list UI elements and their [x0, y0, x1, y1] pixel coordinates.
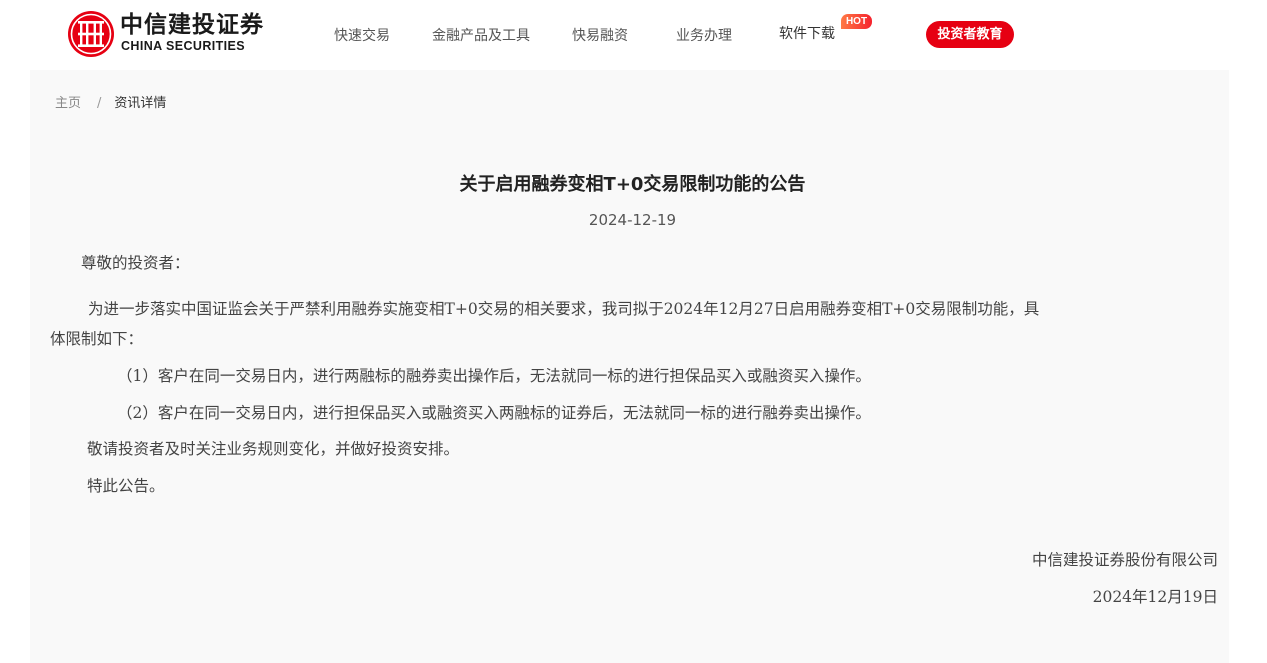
- paragraph-1-line-1: 为进一步落实中国证监会关于严禁利用融券实施变相T+0交易的相关要求，我司拟于20…: [88, 300, 1040, 318]
- breadcrumb: 主页 / 资讯详情: [55, 96, 166, 112]
- restriction-item-2: （2）客户在同一交易日内，进行担保品买入或融资买入两融标的证券后，无法就同一标的…: [117, 404, 871, 422]
- top-header: 中信建投证券 CHINA SECURITIES 快速交易 金融产品及工具 快易融…: [0, 0, 1267, 70]
- greeting-text: 尊敬的投资者：: [81, 254, 190, 272]
- china-securities-logo-icon: [68, 11, 114, 57]
- notice-text: 敬请投资者及时关注业务规则变化，并做好投资安排。: [87, 440, 460, 458]
- hot-badge: HOT: [841, 14, 872, 29]
- nav-software-download[interactable]: 软件下载: [779, 25, 835, 43]
- investor-education-button[interactable]: 投资者教育: [926, 21, 1014, 48]
- breadcrumb-current: 资讯详情: [114, 96, 167, 111]
- signature-company: 中信建投证券股份有限公司: [1031, 551, 1218, 569]
- article-title: 关于启用融券变相T+0交易限制功能的公告: [459, 174, 806, 195]
- breadcrumb-home-link[interactable]: 主页: [55, 96, 81, 111]
- logo-english-text: CHINA SECURITIES: [121, 39, 246, 53]
- breadcrumb-separator: /: [97, 96, 102, 111]
- logo-chinese-text: 中信建投证券: [120, 12, 264, 38]
- nav-financial-products[interactable]: 金融产品及工具: [432, 27, 530, 45]
- article-date: 2024-12-19: [588, 211, 677, 229]
- article-container: 主页 / 资讯详情 关于启用融券变相T+0交易限制功能的公告 2024-12-19 …: [30, 70, 1229, 663]
- paragraph-1-line-2: 体限制如下：: [50, 330, 144, 348]
- signature-date: 2024年12月19日: [1092, 588, 1218, 606]
- nav-quick-trade[interactable]: 快速交易: [334, 27, 390, 45]
- nav-business-handling[interactable]: 业务办理: [676, 27, 732, 45]
- closing-text: 特此公告。: [87, 477, 165, 495]
- nav-quick-financing[interactable]: 快易融资: [572, 27, 628, 45]
- restriction-item-1: （1）客户在同一交易日内，进行两融标的融券卖出操作后，无法就同一标的进行担保品买…: [117, 367, 871, 385]
- logo[interactable]: 中信建投证券 CHINA SECURITIES: [67, 10, 267, 58]
